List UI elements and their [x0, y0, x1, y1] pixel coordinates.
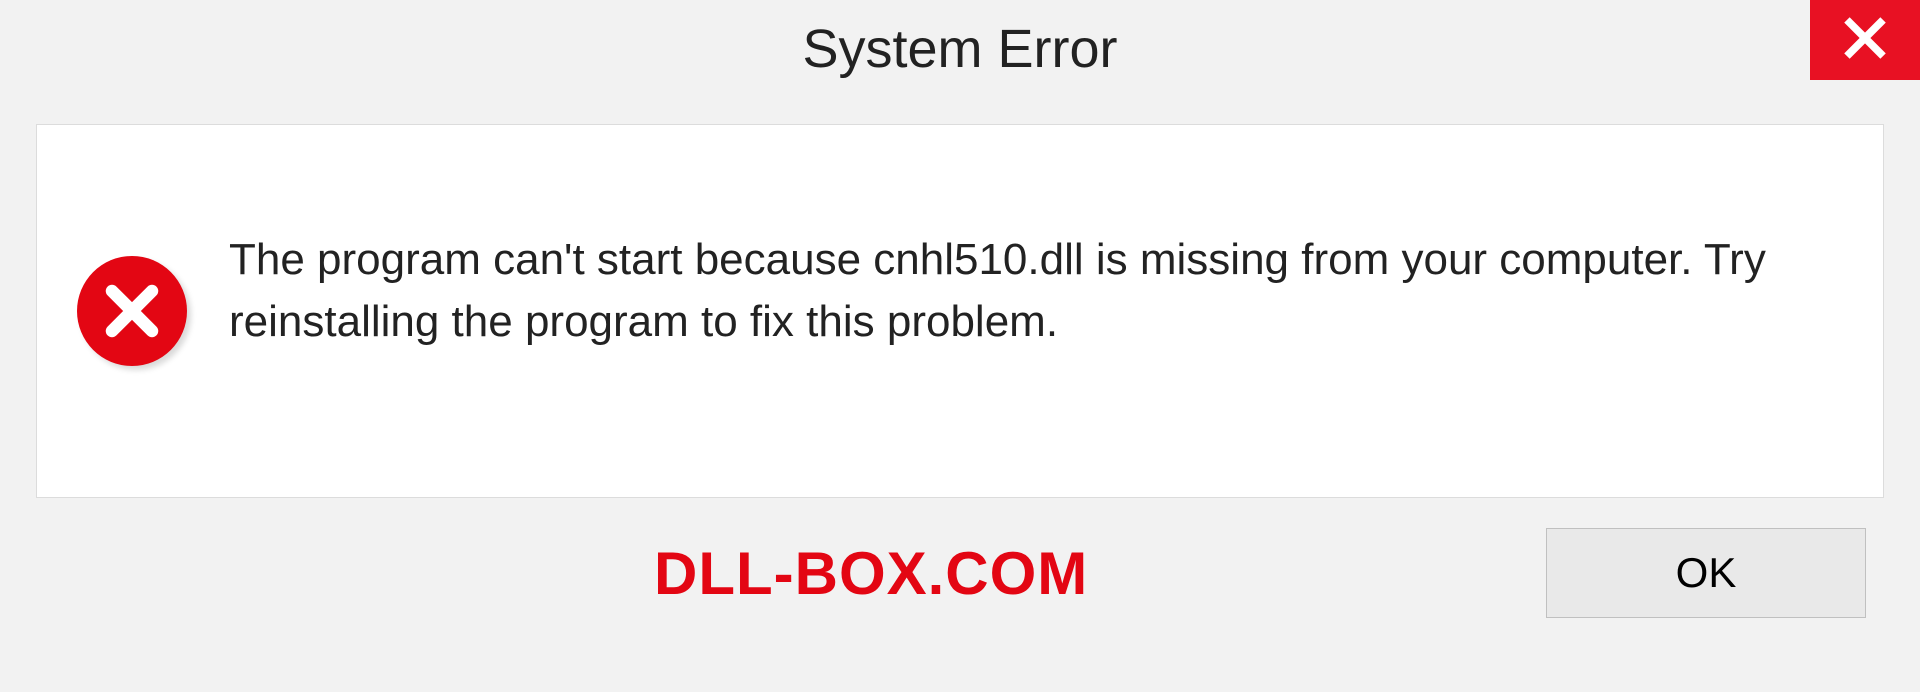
dialog-title: System Error — [802, 18, 1117, 80]
dialog-footer: DLL-BOX.COM OK — [0, 498, 1920, 618]
close-button[interactable] — [1810, 0, 1920, 80]
ok-button[interactable]: OK — [1546, 528, 1866, 618]
error-message: The program can't start because cnhl510.… — [229, 229, 1843, 352]
error-icon — [77, 256, 187, 366]
close-icon — [1842, 15, 1888, 66]
message-panel: The program can't start because cnhl510.… — [36, 124, 1884, 498]
watermark-text: DLL-BOX.COM — [654, 539, 1088, 608]
title-bar: System Error — [0, 0, 1920, 100]
